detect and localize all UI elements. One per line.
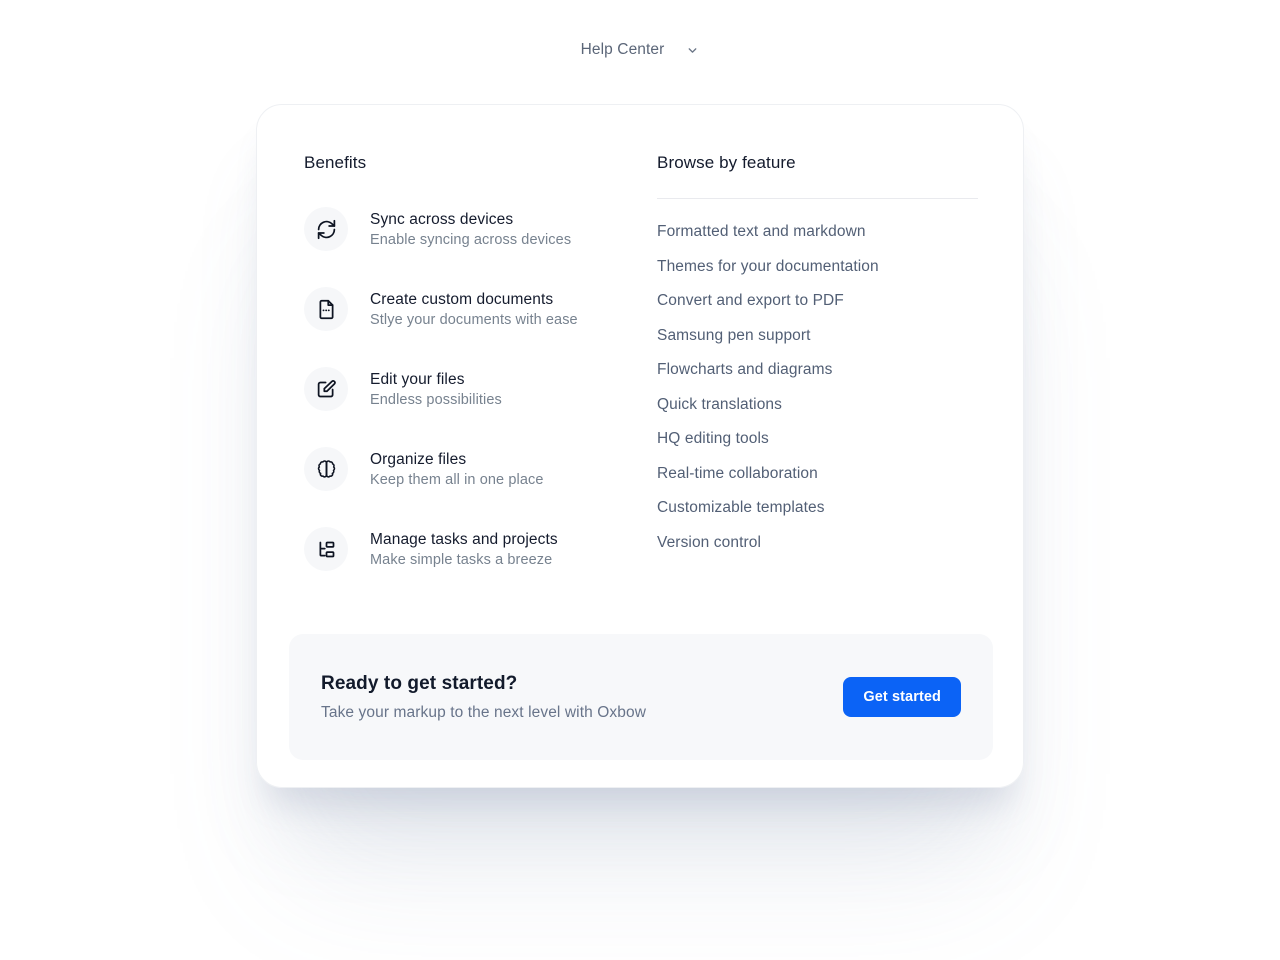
cta-text: Ready to get started? Take your markup t… bbox=[321, 673, 646, 722]
feature-link-collaboration[interactable]: Real-time collaboration bbox=[657, 465, 978, 483]
benefit-item-manage-tasks[interactable]: Manage tasks and projects Make simple ta… bbox=[304, 527, 634, 571]
cta-banner: Ready to get started? Take your markup t… bbox=[289, 634, 993, 760]
benefit-item-edit-files[interactable]: Edit your files Endless possibilities bbox=[304, 367, 634, 411]
header-title: Help Center bbox=[580, 41, 665, 58]
features-list: Formatted text and markdown Themes for y… bbox=[657, 223, 978, 552]
list-tree-icon bbox=[304, 527, 348, 571]
features-heading: Browse by feature bbox=[657, 153, 796, 172]
feature-link-templates[interactable]: Customizable templates bbox=[657, 499, 978, 517]
cta-title: Ready to get started? bbox=[321, 672, 518, 694]
help-center-card: Benefits Sync across devices Enable sync… bbox=[256, 104, 1024, 788]
benefit-title: Manage tasks and projects bbox=[370, 530, 558, 548]
square-pen-icon bbox=[304, 367, 348, 411]
sync-icon bbox=[304, 207, 348, 251]
feature-link-version-control[interactable]: Version control bbox=[657, 534, 978, 552]
cta-subtitle: Take your markup to the next level with … bbox=[321, 703, 646, 721]
page-header: Help Center bbox=[0, 0, 1280, 100]
benefit-item-organize-files[interactable]: Organize files Keep them all in one plac… bbox=[304, 447, 634, 491]
feature-link-convert-pdf[interactable]: Convert and export to PDF bbox=[657, 292, 978, 310]
features-column: Browse by feature Formatted text and mar… bbox=[657, 153, 978, 552]
benefit-subtitle: Make simple tasks a breeze bbox=[370, 551, 553, 568]
benefits-column: Benefits Sync across devices Enable sync… bbox=[304, 153, 634, 571]
feature-link-translations[interactable]: Quick translations bbox=[657, 396, 978, 414]
benefit-title: Sync across devices bbox=[370, 210, 514, 228]
benefit-title: Create custom documents bbox=[370, 290, 554, 308]
help-center-page: Help Center Benefits Sync across devices… bbox=[0, 0, 1280, 960]
benefit-subtitle: Stlye your documents with ease bbox=[370, 311, 578, 328]
help-center-dropdown[interactable]: Help Center bbox=[581, 41, 700, 59]
feature-link-editing-tools[interactable]: HQ editing tools bbox=[657, 430, 978, 448]
file-text-icon bbox=[304, 287, 348, 331]
brain-icon bbox=[304, 447, 348, 491]
chevron-down-icon[interactable] bbox=[686, 44, 699, 57]
benefit-item-create-documents[interactable]: Create custom documents Stlye your docum… bbox=[304, 287, 634, 331]
benefit-subtitle: Endless possibilities bbox=[370, 391, 502, 408]
get-started-button[interactable]: Get started bbox=[843, 677, 961, 717]
benefit-item-sync[interactable]: Sync across devices Enable syncing acros… bbox=[304, 207, 634, 251]
feature-link-flowcharts[interactable]: Flowcharts and diagrams bbox=[657, 361, 978, 379]
feature-link-formatted-text[interactable]: Formatted text and markdown bbox=[657, 223, 978, 241]
benefit-subtitle: Enable syncing across devices bbox=[370, 231, 572, 248]
benefits-heading: Benefits bbox=[304, 153, 367, 172]
features-divider bbox=[657, 198, 978, 199]
benefit-title: Edit your files bbox=[370, 370, 465, 388]
feature-link-samsung-pen[interactable]: Samsung pen support bbox=[657, 327, 978, 345]
benefits-list: Sync across devices Enable syncing acros… bbox=[304, 207, 634, 571]
benefit-subtitle: Keep them all in one place bbox=[370, 471, 544, 488]
benefit-title: Organize files bbox=[370, 450, 467, 468]
feature-link-themes[interactable]: Themes for your documentation bbox=[657, 258, 978, 276]
